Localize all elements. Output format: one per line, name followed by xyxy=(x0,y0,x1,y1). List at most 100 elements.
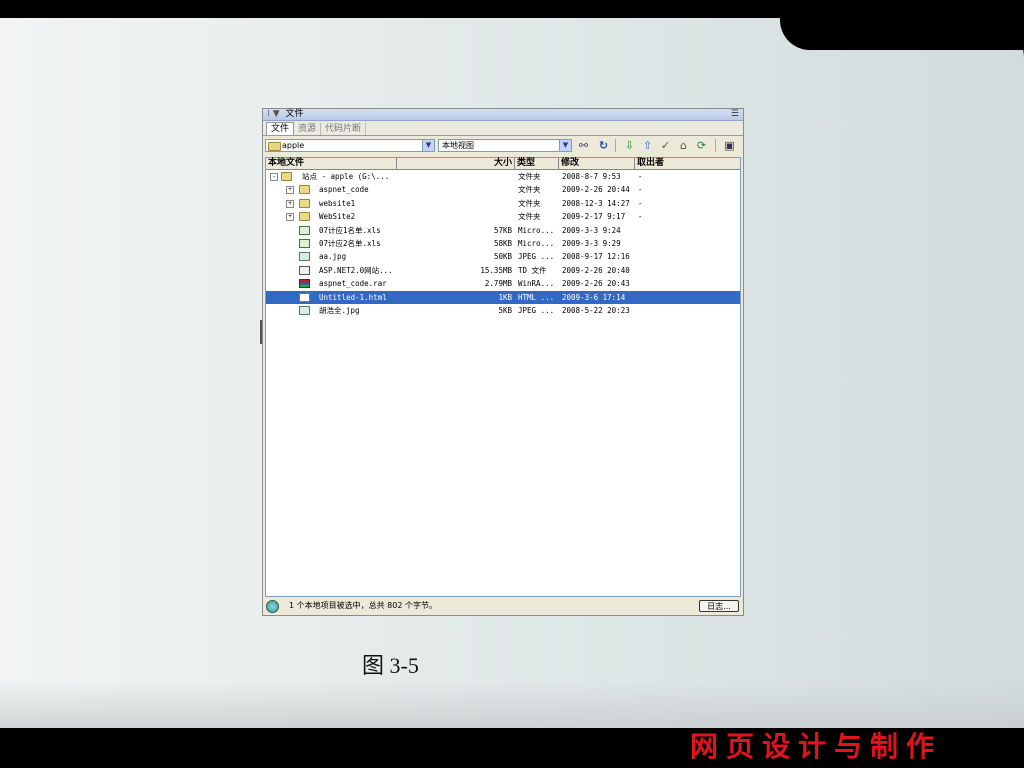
file-name-cell[interactable]: + WebSite2 xyxy=(266,210,397,223)
xls-file-icon xyxy=(299,238,310,248)
file-checked-out-by xyxy=(635,224,735,237)
file-name: Untitled-1.html xyxy=(319,292,387,302)
column-size[interactable]: 大小 xyxy=(397,158,515,169)
rar-file-icon xyxy=(299,279,310,289)
table-row[interactable]: aa.jpg 50KB JPEG ... 2008-9-17 12:16 xyxy=(266,250,740,263)
file-checked-out-by xyxy=(635,250,735,263)
file-type: HTML ... xyxy=(518,292,555,302)
collapse-icon[interactable]: - xyxy=(270,173,278,181)
file-name: 07计应1名单.xls xyxy=(319,225,381,235)
view-select[interactable]: 本地视图 ▼ xyxy=(438,139,572,152)
tab-files[interactable]: 文件 xyxy=(266,122,295,135)
globe-icon xyxy=(266,600,279,613)
column-checked-out-by[interactable]: 取出者 xyxy=(635,158,736,169)
file-size: 5KB xyxy=(498,305,512,315)
slide-corner-notch xyxy=(780,0,1024,50)
file-modified: 2009-2-26 20:40 xyxy=(562,265,630,275)
expand-icon[interactable]: + xyxy=(286,199,294,208)
file-name: ASP.NET2.0网站... xyxy=(319,265,393,275)
table-row[interactable]: + website1 文件夹 2008-12-3 14:27- xyxy=(266,197,740,210)
table-row[interactable]: 07计应2名单.xls 58KB Micro... 2009-3-3 9:29 xyxy=(266,237,740,250)
file-type: 文件夹 xyxy=(518,185,541,195)
file-name-cell[interactable]: aa.jpg xyxy=(266,250,397,263)
files-panel: ⁞ ▼ 文件 ☰ 文件 资源 代码片断 apple ▼ 本地视图 ▼ ⚯ ↻ ⇩… xyxy=(262,108,744,616)
file-name: WebSite2 xyxy=(319,212,356,222)
figure-caption: 图 3-5 xyxy=(362,653,419,678)
file-checked-out-by: - xyxy=(638,185,643,195)
column-modified[interactable]: 修改 xyxy=(559,158,635,169)
file-name-cell[interactable]: 07计应1名单.xls xyxy=(266,224,397,237)
table-row[interactable]: + WebSite2 文件夹 2009-2-17 9:17 - xyxy=(266,210,740,223)
xls-file-icon xyxy=(299,225,310,235)
folder-icon xyxy=(268,142,281,151)
file-type: Micro... xyxy=(518,225,555,235)
file-name: 胡浩全.jpg xyxy=(319,305,360,315)
file-size xyxy=(397,197,515,210)
folder-icon xyxy=(299,212,310,222)
table-row[interactable]: 胡浩全.jpg 5KB JPEG ... 2008-5-22 20:23 xyxy=(266,304,740,317)
grip-icon[interactable]: ⁞ ▼ xyxy=(267,109,280,119)
file-size: 58KB xyxy=(493,238,512,248)
table-row[interactable]: 07计应1名单.xls 57KB Micro... 2009-3-3 9:24 xyxy=(266,224,740,237)
file-modified: 2009-3-3 9:24 xyxy=(562,225,621,235)
expand-panel-icon[interactable]: ▣ xyxy=(723,139,736,152)
log-button[interactable]: 日志... xyxy=(699,600,739,612)
file-modified: 2009-3-6 17:14 xyxy=(562,292,626,302)
file-name-cell[interactable]: 胡浩全.jpg xyxy=(266,304,397,317)
file-list: 本地文件 大小 类型 修改 取出者 - 站点 - apple (G:\... 文件夹… xyxy=(265,157,741,597)
site-select-value: apple xyxy=(282,141,305,150)
file-checked-out-by: - xyxy=(638,212,643,222)
check-out-icon[interactable]: ✓ xyxy=(659,139,672,152)
chevron-down-icon[interactable]: ▼ xyxy=(559,140,571,151)
file-name-cell[interactable]: + website1 xyxy=(266,197,397,210)
expand-icon[interactable]: + xyxy=(286,213,294,222)
panel-title: 文件 xyxy=(285,109,304,119)
panel-resize-handle[interactable] xyxy=(260,320,262,344)
connect-icon[interactable]: ⚯ xyxy=(577,139,590,152)
status-bar: 1 个本地项目被选中，总共 802 个字节。 日志... xyxy=(263,597,743,615)
file-name-cell[interactable]: - 站点 - apple (G:\... xyxy=(266,170,397,183)
tab-assets[interactable]: 资源 xyxy=(294,123,322,135)
file-size: 1KB xyxy=(498,292,512,302)
toolbar-separator xyxy=(615,139,616,152)
file-name-cell[interactable]: aspnet_code.rar xyxy=(266,277,397,290)
tab-snippets[interactable]: 代码片断 xyxy=(321,123,367,135)
expand-icon[interactable]: + xyxy=(286,186,294,195)
status-text: 1 个本地项目被选中，总共 802 个字节。 xyxy=(289,601,437,610)
synchronize-icon[interactable]: ⟳ xyxy=(695,139,708,152)
file-modified: 2008-12-3 14:27 xyxy=(562,198,630,208)
column-headers: 本地文件 大小 类型 修改 取出者 xyxy=(266,158,740,170)
panel-title-bar[interactable]: ⁞ ▼ 文件 ☰ xyxy=(263,109,743,121)
column-type[interactable]: 类型 xyxy=(515,158,559,169)
column-local-files[interactable]: 本地文件 xyxy=(266,158,397,169)
site-select[interactable]: apple ▼ xyxy=(265,139,435,152)
table-row[interactable]: ASP.NET2.0网站... 15.35MB TD 文件 2009-2-26 20:… xyxy=(266,264,740,277)
file-type: TD 文件 xyxy=(518,265,547,275)
file-size: 50KB xyxy=(493,252,512,262)
table-row[interactable]: Untitled-1.html 1KB HTML ... 2009-3-6 17:14 xyxy=(266,290,740,304)
get-files-icon[interactable]: ⇩ xyxy=(623,139,636,152)
file-name-cell[interactable]: + aspnet_code xyxy=(266,183,397,196)
folder-icon xyxy=(299,198,310,208)
put-files-icon[interactable]: ⇧ xyxy=(641,139,654,152)
chevron-down-icon[interactable]: ▼ xyxy=(422,140,434,151)
file-size: 2.79MB xyxy=(484,279,512,289)
file-name-cell[interactable]: 07计应2名单.xls xyxy=(266,237,397,250)
file-name-cell[interactable]: ASP.NET2.0网站... xyxy=(266,264,397,277)
panel-menu-icon[interactable]: ☰ xyxy=(731,109,739,120)
panel-tabs: 文件 资源 代码片断 xyxy=(263,121,743,136)
file-size: 15.35MB xyxy=(480,265,512,275)
file-type: JPEG ... xyxy=(518,252,555,262)
asp-file-icon xyxy=(299,265,310,275)
refresh-icon[interactable]: ↻ xyxy=(597,139,610,152)
check-in-icon[interactable]: ⌂ xyxy=(677,139,690,152)
folder-icon xyxy=(281,172,292,181)
file-type: 文件夹 xyxy=(518,172,541,181)
footer-title: 网页设计与制作 xyxy=(690,730,943,763)
table-row[interactable]: aspnet_code.rar 2.79MB WinRA... 2009-2-26 2… xyxy=(266,277,740,290)
table-row[interactable]: + aspnet_code 文件夹 2009-2-26 20:44- xyxy=(266,183,740,196)
panel-toolbar: apple ▼ 本地视图 ▼ ⚯ ↻ ⇩ ⇧ ✓ ⌂ ⟳ ▣ xyxy=(263,136,743,154)
file-modified: 2008-5-22 20:23 xyxy=(562,305,630,315)
file-name-cell[interactable]: Untitled-1.html xyxy=(266,291,397,304)
table-row[interactable]: - 站点 - apple (G:\... 文件夹 2008-8-7 9:53 - xyxy=(266,170,740,183)
